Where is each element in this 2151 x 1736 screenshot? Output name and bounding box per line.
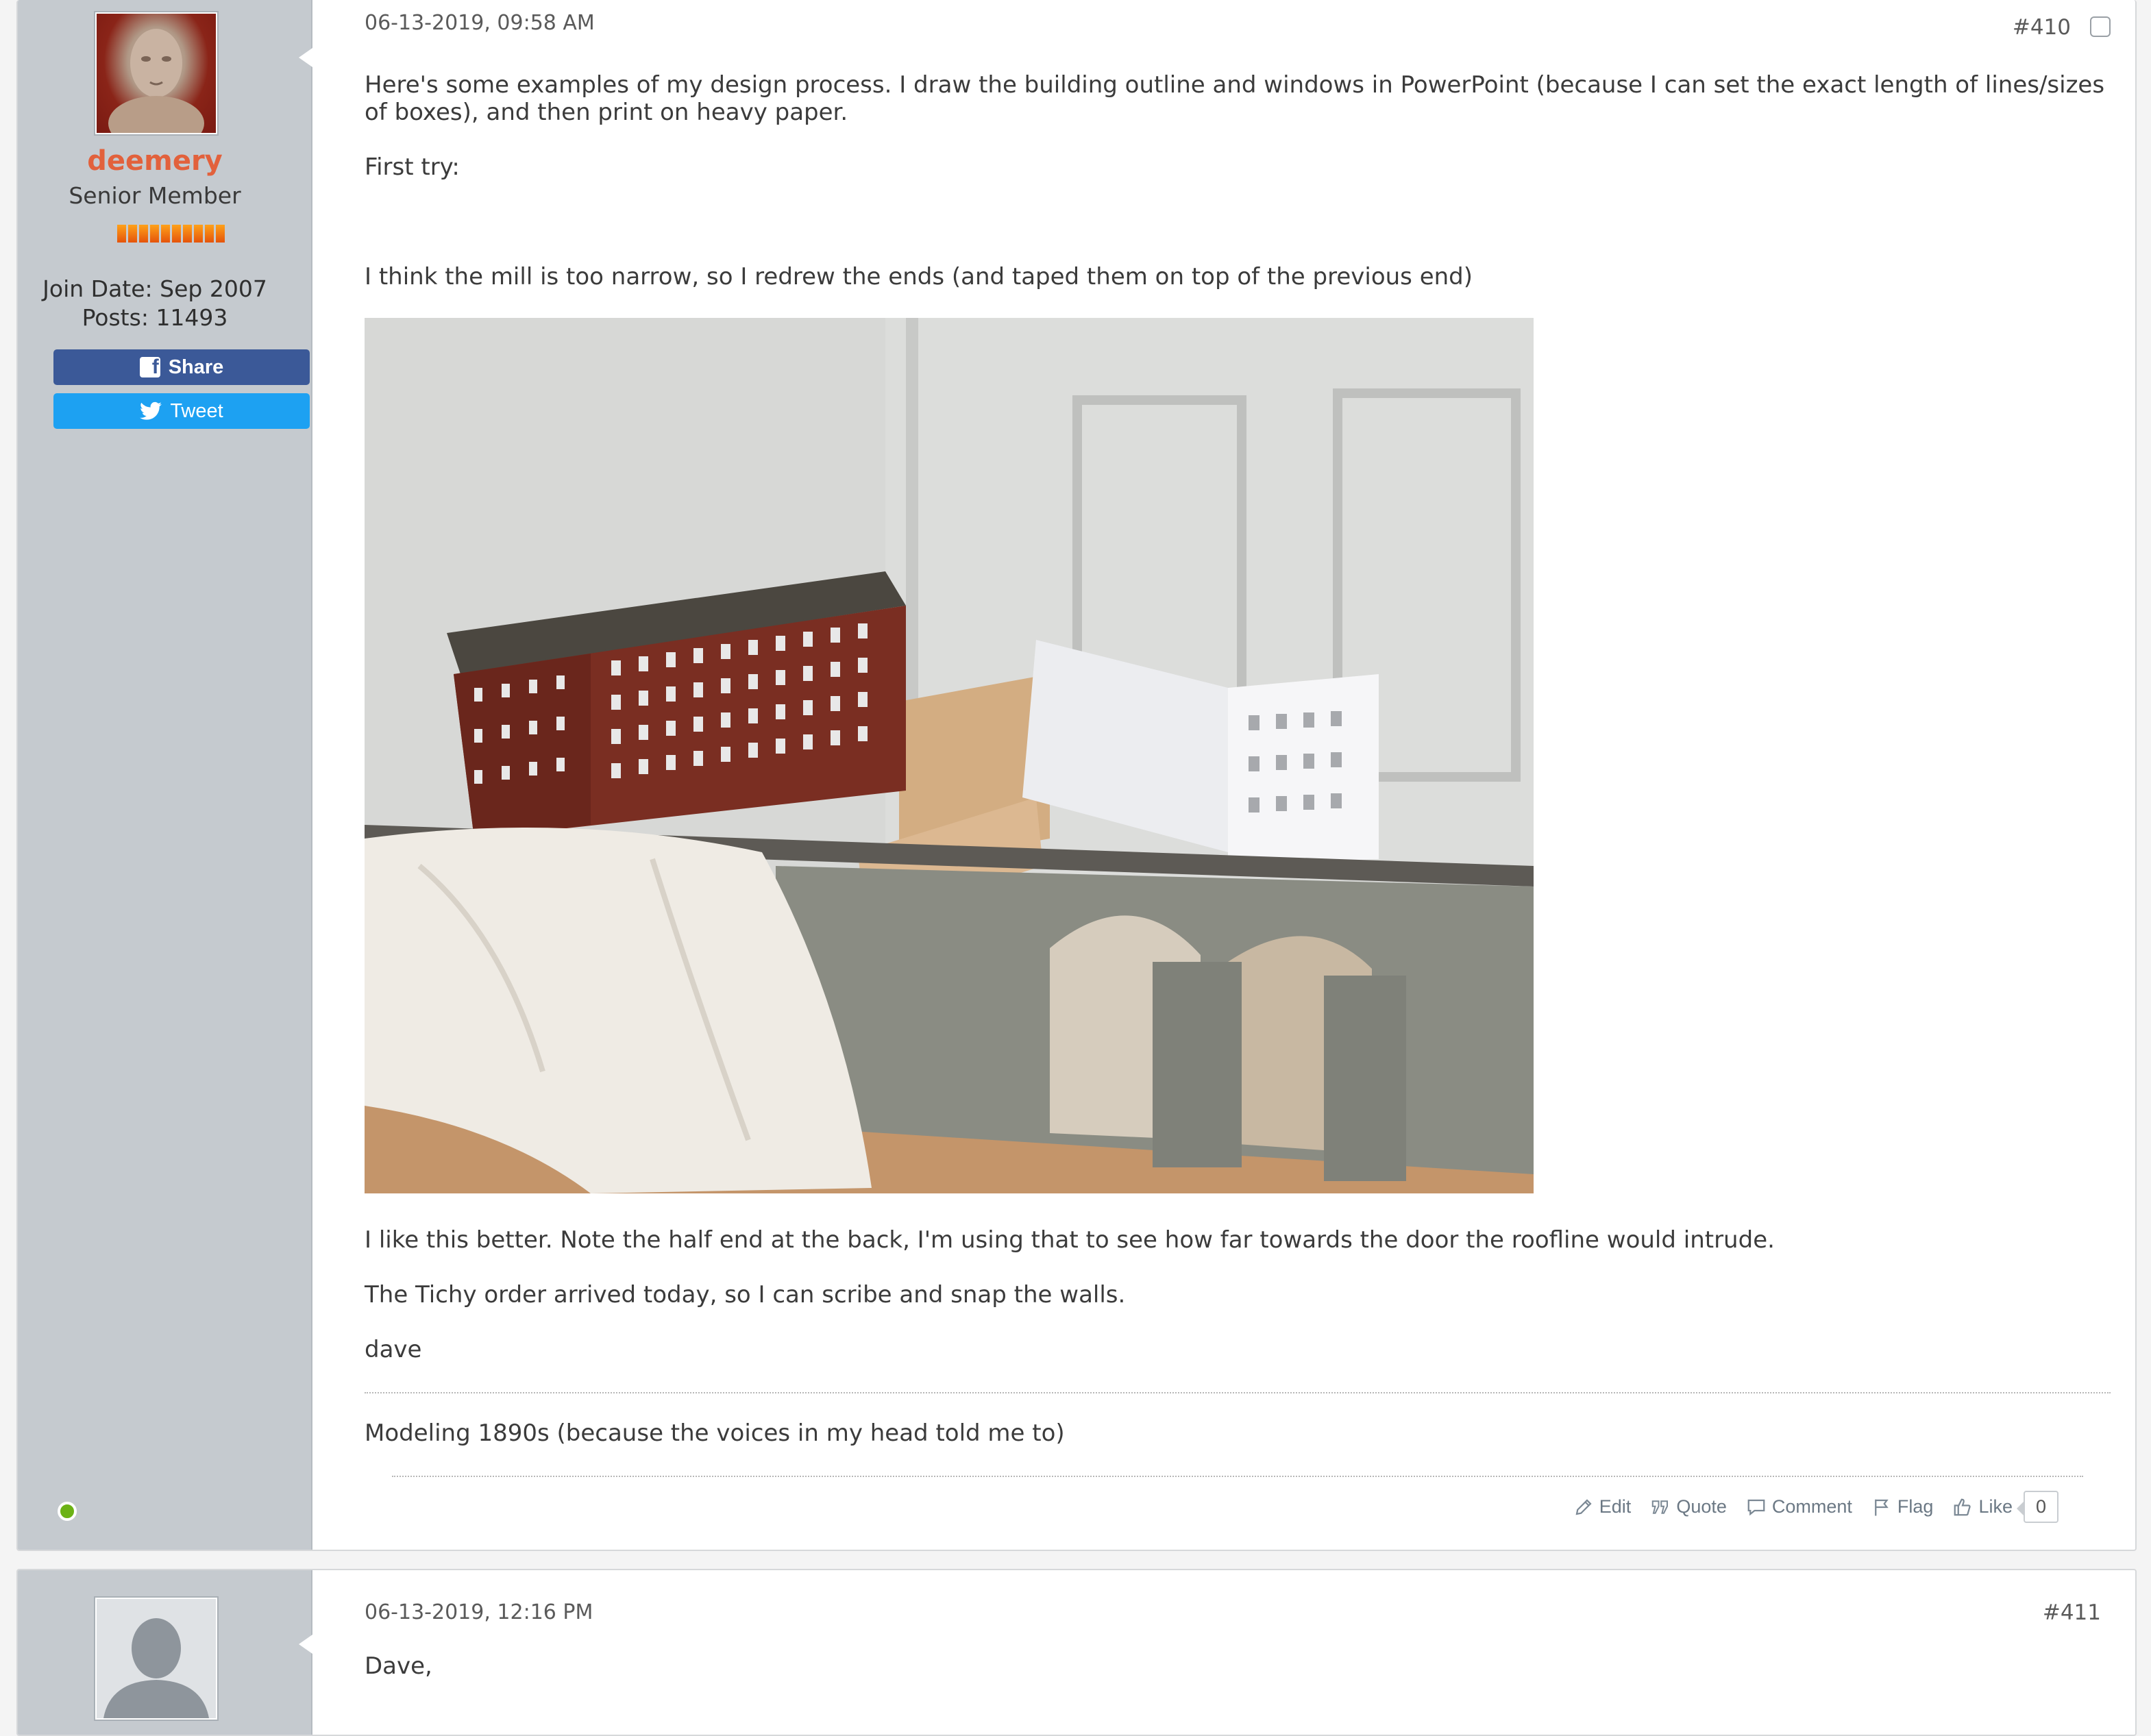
quote-icon — [1652, 1500, 1669, 1514]
mill-model-photo — [365, 318, 1534, 1193]
post-number[interactable]: #411 — [2043, 1600, 2101, 1625]
share-label: Share — [168, 356, 224, 378]
avatar-image — [108, 29, 204, 133]
pencil-icon — [1575, 1498, 1592, 1515]
user-title: Senior Member — [69, 182, 241, 209]
flag-icon — [1875, 1499, 1889, 1515]
quote-button[interactable]: Quote — [1650, 1496, 1727, 1517]
post-paragraph: I like this better. Note the half end at… — [365, 1226, 1775, 1254]
reputation-bar — [117, 225, 225, 243]
tweet-label: Tweet — [170, 399, 223, 422]
post-date: 06-13-2019, 09:58 AM — [365, 11, 595, 35]
facebook-share-button[interactable]: f Share — [53, 349, 310, 385]
join-date-value: Sep 2007 — [160, 275, 267, 302]
user-info-panel: deemery Senior Member Join Date: Sep 200… — [18, 0, 312, 1550]
facebook-icon: f — [139, 357, 160, 377]
signature: Modeling 1890s (because the voices in my… — [365, 1419, 1065, 1447]
like-count: 0 — [2016, 1491, 2058, 1523]
default-avatar-icon — [103, 1618, 209, 1718]
comment-label: Comment — [1771, 1496, 1852, 1517]
online-status-icon — [58, 1502, 77, 1521]
signature-divider — [365, 1392, 2111, 1393]
post-paragraph: I think the mill is too narrow, so I red… — [365, 263, 1473, 290]
flag-label: Flag — [1897, 1496, 1934, 1517]
username[interactable]: deemery — [18, 145, 292, 177]
post-411: 06-13-2019, 12:16 PM #411 Dave, — [16, 1569, 2137, 1736]
post-pointer — [299, 1635, 312, 1654]
post-paragraph: Dave, — [365, 1652, 432, 1680]
like-label: Like — [1978, 1496, 2013, 1517]
post-count-value: 11493 — [156, 304, 228, 331]
post-paragraph: The Tichy order arrived today, so I can … — [365, 1281, 1126, 1309]
avatar[interactable] — [95, 1598, 217, 1720]
user-info-panel — [18, 1570, 312, 1735]
post-count: Posts: 11493 — [18, 304, 292, 331]
comment-icon — [1747, 1499, 1765, 1515]
post-controls: Edit Quote Comment Flag Like 0 — [1573, 1491, 2058, 1523]
quote-label: Quote — [1676, 1496, 1727, 1517]
post-pointer — [299, 48, 312, 67]
post-select-checkbox[interactable] — [2090, 16, 2111, 37]
post-410: deemery Senior Member Join Date: Sep 200… — [16, 0, 2137, 1551]
post-paragraph: Here's some examples of my design proces… — [365, 71, 2105, 126]
join-date: Join Date: Sep 2007 — [18, 275, 292, 302]
twitter-icon — [140, 401, 162, 420]
post-photo[interactable] — [365, 318, 1534, 1193]
join-date-label: Join Date: — [42, 275, 153, 302]
avatar[interactable] — [95, 12, 217, 134]
post-count-label: Posts: — [82, 304, 149, 331]
flag-button[interactable]: Flag — [1871, 1496, 1934, 1517]
controls-divider — [392, 1476, 2083, 1477]
post-paragraph: dave — [365, 1336, 422, 1363]
edit-label: Edit — [1599, 1496, 1632, 1517]
thumbs-up-icon — [1954, 1498, 1971, 1515]
comment-button[interactable]: Comment — [1746, 1496, 1852, 1517]
tweet-button[interactable]: Tweet — [53, 393, 310, 429]
post-paragraph: First try: — [365, 153, 460, 181]
like-button[interactable]: Like — [1952, 1496, 2013, 1517]
post-number[interactable]: #410 — [2013, 15, 2071, 40]
edit-button[interactable]: Edit — [1573, 1496, 1632, 1517]
post-date: 06-13-2019, 12:16 PM — [365, 1600, 593, 1624]
